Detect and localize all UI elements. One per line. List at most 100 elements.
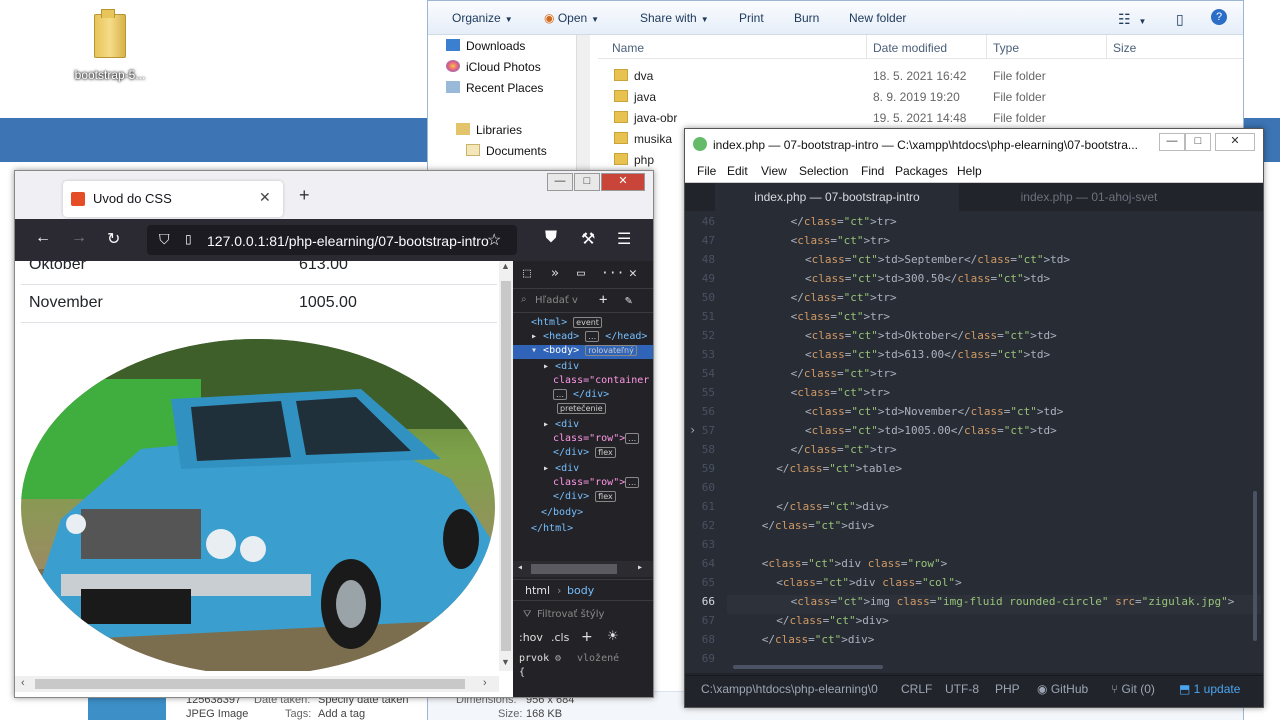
add-tag-link[interactable]: Add a tag <box>318 708 365 720</box>
filter-icon: ⛛ <box>523 609 532 620</box>
code-line: <class="ct">td>300.50</class="ct">td> <box>805 272 1051 285</box>
nav-item-icloud-photos[interactable]: iCloud Photos <box>446 60 541 74</box>
reload-icon[interactable]: ↻ <box>107 229 120 249</box>
status-line-ending[interactable]: CRLF <box>901 682 932 696</box>
gear-icon[interactable]: ⚙ <box>555 653 561 664</box>
code-line: </class="ct">tr> <box>790 291 897 304</box>
desktop-folder-icon[interactable]: bootstrap-5... <box>70 9 150 82</box>
atom-status-bar: C:\xampp\htdocs\php-elearning\0 CRLF UTF… <box>685 675 1263 701</box>
back-icon[interactable]: ← <box>35 229 51 247</box>
code-line: </class="ct">div> <box>776 500 889 513</box>
line-number: 66 <box>701 595 715 608</box>
column-type[interactable]: Type <box>993 41 1019 55</box>
menu-packages[interactable]: Packages <box>895 164 948 178</box>
help-icon[interactable]: ? <box>1211 9 1227 25</box>
open-button[interactable]: ◉ Open ▼ <box>544 11 599 25</box>
light-theme-icon[interactable]: ☀ <box>607 629 619 644</box>
devtools-toolbar: ⬚ » ▭ ··· ✕ <box>513 261 653 289</box>
view-options-icon[interactable]: ☷ ▼ <box>1118 11 1146 28</box>
menu-selection[interactable]: Selection <box>799 164 848 178</box>
organize-button[interactable]: Organize ▼ <box>452 11 513 25</box>
eyedropper-icon[interactable]: ✎ <box>625 293 632 307</box>
pocket-icon[interactable]: ⛊ <box>545 229 557 247</box>
line-number: 65 <box>701 576 715 589</box>
file-row[interactable]: java-obr 19. 5. 2021 14:48 File folder <box>598 108 1243 129</box>
status-update[interactable]: ⬒ 1 update <box>1179 682 1240 696</box>
url-bar[interactable]: ⛉ ▯ 127.0.0.1:81/php-elearning/07-bootst… <box>147 225 517 255</box>
new-folder-button[interactable]: New folder <box>849 11 906 25</box>
shield-icon[interactable]: ⛉ <box>159 231 170 248</box>
status-encoding[interactable]: UTF-8 <box>945 682 979 696</box>
bookmark-star-icon[interactable]: ☆ <box>487 230 501 250</box>
tab-inactive[interactable]: index.php — 01-ahoj-svet <box>959 183 1219 211</box>
burn-button[interactable]: Burn <box>794 11 819 25</box>
hover-state-button[interactable]: :hov <box>519 631 543 644</box>
dom-node[interactable]: ▸ <div <box>543 463 579 474</box>
breadcrumb-body[interactable]: body <box>567 584 594 597</box>
dom-node[interactable]: </html> <box>531 523 573 534</box>
nav-item-recent-places[interactable]: Recent Places <box>446 81 543 95</box>
url-text[interactable]: 127.0.0.1:81/php-elearning/07-bootstrap-… <box>207 233 497 249</box>
close-window-icon[interactable]: ✕ <box>601 173 645 191</box>
dom-node[interactable]: ▸ <div <box>543 419 579 430</box>
editor-hscroll[interactable] <box>733 665 883 669</box>
status-github[interactable]: ◉ GitHub <box>1037 682 1088 696</box>
close-tab-icon[interactable]: ✕ <box>259 189 271 206</box>
close-devtools-icon[interactable]: ✕ <box>629 266 637 281</box>
nav-item-documents[interactable]: Documents <box>466 144 547 158</box>
wrench-icon[interactable]: ⚒ <box>581 229 595 249</box>
line-number: 55 <box>701 386 715 399</box>
nav-item-libraries[interactable]: Libraries <box>456 123 522 137</box>
inspector-search-input[interactable]: Hľadať v <box>535 295 578 306</box>
menu-find[interactable]: Find <box>861 164 884 178</box>
file-row[interactable]: java 8. 9. 2019 19:20 File folder <box>598 87 1243 108</box>
print-button[interactable]: Print <box>739 11 764 25</box>
add-rule-icon[interactable]: + <box>581 629 593 645</box>
status-file-path[interactable]: C:\xampp\htdocs\php-elearning\0 <box>701 682 878 696</box>
editor-vscroll[interactable] <box>1253 491 1257 641</box>
atom-maximize-icon[interactable]: □ <box>1185 133 1211 151</box>
line-number: 67 <box>701 614 715 627</box>
atom-close-icon[interactable]: ✕ <box>1215 133 1255 151</box>
menu-help[interactable]: Help <box>957 164 982 178</box>
minimize-icon[interactable]: — <box>547 173 573 191</box>
column-name[interactable]: Name <box>612 41 644 55</box>
browser-tab[interactable]: Uvod do CSS ✕ <box>63 181 283 217</box>
new-tab-icon[interactable]: + <box>299 185 310 206</box>
status-grammar[interactable]: PHP <box>995 682 1020 696</box>
page-horizontal-scrollbar[interactable]: ‹ › <box>15 676 499 692</box>
breadcrumb-html[interactable]: html <box>525 584 550 597</box>
classes-button[interactable]: .cls <box>551 631 569 644</box>
markup-hscroll[interactable]: ◂ ▸ <box>513 561 653 577</box>
dom-node[interactable]: </body> <box>541 507 583 518</box>
code-editor[interactable]: › 46 </class="ct">tr> 47 <class="ct">tr> 48 <… <box>685 211 1263 673</box>
menu-view[interactable]: View <box>761 164 787 178</box>
share-with-button[interactable]: Share with ▼ <box>640 11 709 25</box>
page-info-icon[interactable]: ▯ <box>185 232 192 246</box>
file-row[interactable]: dva 18. 5. 2021 16:42 File folder <box>598 66 1243 87</box>
menu-icon[interactable]: ☰ <box>617 229 631 249</box>
column-date-modified[interactable]: Date modified <box>873 41 947 55</box>
forward-icon[interactable]: → <box>71 229 87 247</box>
code-line: </class="ct">tr> <box>790 367 897 380</box>
column-size[interactable]: Size <box>1113 41 1136 55</box>
responsive-mode-icon[interactable]: ▭ <box>577 266 585 281</box>
filter-styles-input[interactable]: Filtrovať štýly <box>537 609 604 620</box>
menu-file[interactable]: File <box>697 164 716 178</box>
element-picker-icon[interactable]: ⬚ <box>523 266 531 281</box>
maximize-icon[interactable]: □ <box>574 173 600 191</box>
menu-edit[interactable]: Edit <box>727 164 748 178</box>
dom-node[interactable]: <html> event <box>531 317 602 328</box>
add-node-icon[interactable]: + <box>599 292 607 308</box>
atom-minimize-icon[interactable]: — <box>1159 133 1185 151</box>
dom-node[interactable]: ▸ <head> … </head> <box>531 331 647 342</box>
page-vertical-scrollbar[interactable]: ▲ ▼ <box>499 261 513 671</box>
tab-active[interactable]: index.php — 07-bootstrap-intro <box>715 183 959 211</box>
dom-node-selected[interactable]: ▾ <body> rolovateľný <box>513 345 653 359</box>
status-git[interactable]: ⑂ Git (0) <box>1111 682 1155 696</box>
devtools-menu-icon[interactable]: ··· <box>601 266 624 281</box>
nav-item-downloads[interactable]: Downloads <box>446 39 525 53</box>
dom-node[interactable]: ▸ <div <box>543 361 579 372</box>
more-tools-icon[interactable]: » <box>551 266 559 281</box>
preview-pane-icon[interactable]: ▯ <box>1176 11 1184 28</box>
